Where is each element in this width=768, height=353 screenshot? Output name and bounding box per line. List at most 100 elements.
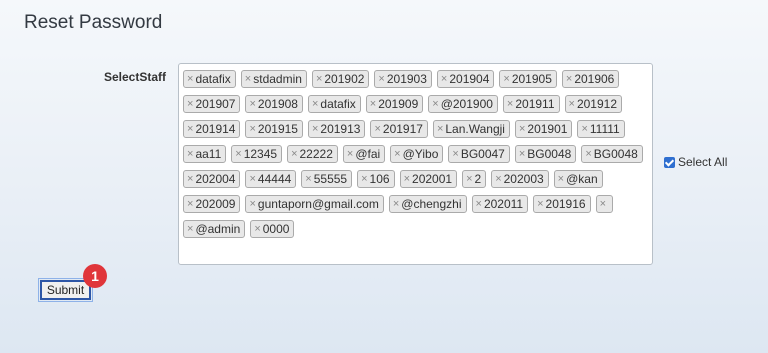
staff-tag-label: 12345 [243, 147, 278, 161]
staff-tag: × @fai [342, 145, 386, 163]
staff-tag: × [595, 195, 614, 213]
staff-tag-label: guntaporn@gmail.com [257, 197, 379, 211]
remove-tag-icon[interactable]: × [235, 146, 241, 162]
remove-tag-icon[interactable]: × [187, 121, 193, 137]
staff-tag: × stdadmin [240, 70, 307, 88]
remove-tag-icon[interactable]: × [245, 71, 251, 87]
reset-password-panel: Reset Password SelectStaff × datafix × stda… [0, 0, 768, 353]
remove-tag-icon[interactable]: × [249, 171, 255, 187]
staff-tag-label: 11111 [589, 122, 620, 136]
staff-tag: × 202003 [491, 170, 549, 188]
remove-tag-icon[interactable]: × [312, 121, 318, 137]
staff-tag-label: datafix [195, 72, 231, 86]
staff-tag-label: 202011 [483, 197, 524, 211]
staff-tag: × 44444 [245, 170, 297, 188]
selected-staff-tags: × datafix × stdadmin × 201902 × 201903 × 201904 × 2… [183, 68, 648, 243]
remove-tag-icon[interactable]: × [432, 96, 438, 112]
remove-tag-icon[interactable]: × [404, 171, 410, 187]
remove-tag-icon[interactable]: × [393, 196, 399, 212]
remove-tag-icon[interactable]: × [441, 71, 447, 87]
remove-tag-icon[interactable]: × [394, 146, 400, 162]
staff-tag-label: 0000 [262, 222, 290, 236]
staff-tag-label: Lan.Wangji [445, 122, 505, 136]
remove-tag-icon[interactable]: × [600, 196, 606, 212]
remove-tag-icon[interactable]: × [507, 96, 513, 112]
staff-tag: × 202009 [183, 195, 241, 213]
staff-tag: × 201904 [436, 70, 495, 88]
staff-tag-label: 201903 [386, 72, 427, 86]
remove-tag-icon[interactable]: × [566, 71, 572, 87]
remove-tag-icon[interactable]: × [537, 196, 543, 212]
select-all-option[interactable]: Select All [664, 155, 727, 169]
staff-tag: × 201912 [564, 95, 622, 113]
staff-tag-label: 201913 [320, 122, 361, 136]
staff-tag-label: 55555 [313, 172, 348, 186]
staff-tag-label: 202009 [195, 197, 236, 211]
remove-tag-icon[interactable]: × [249, 121, 255, 137]
staff-tag-label: aa11 [195, 147, 222, 161]
remove-tag-icon[interactable]: × [476, 196, 482, 212]
remove-tag-icon[interactable]: × [347, 146, 353, 162]
remove-tag-icon[interactable]: × [370, 96, 376, 112]
staff-tag-label: 201917 [382, 122, 423, 136]
staff-tag: × 201916 [533, 195, 591, 213]
staff-tag-label: @Yibo [402, 147, 439, 161]
staff-tag-label: 202001 [412, 172, 453, 186]
page-title: Reset Password [24, 12, 163, 33]
remove-tag-icon[interactable]: × [581, 121, 587, 137]
remove-tag-icon[interactable]: × [249, 96, 255, 112]
remove-tag-icon[interactable]: × [312, 96, 318, 112]
staff-tag-label: 2 [474, 172, 482, 186]
remove-tag-icon[interactable]: × [305, 171, 311, 187]
remove-tag-icon[interactable]: × [361, 171, 367, 187]
remove-tag-icon[interactable]: × [187, 96, 193, 112]
staff-tag: × 201905 [499, 70, 557, 88]
staff-tag: × datafix [183, 70, 236, 88]
staff-tag-label: @201900 [440, 97, 493, 111]
remove-tag-icon[interactable]: × [569, 96, 575, 112]
staff-tag-label: BG0048 [593, 147, 638, 161]
remove-tag-icon[interactable]: × [585, 146, 591, 162]
staff-tag-label: 201916 [545, 197, 586, 211]
staff-tag: × 0000 [250, 220, 295, 238]
staff-tag: × 106 [357, 170, 395, 188]
remove-tag-icon[interactable]: × [558, 171, 564, 187]
remove-tag-icon[interactable]: × [254, 221, 260, 237]
remove-tag-icon[interactable]: × [249, 196, 255, 212]
staff-tag-label: 201901 [527, 122, 568, 136]
remove-tag-icon[interactable]: × [187, 221, 193, 237]
remove-tag-icon[interactable]: × [378, 71, 384, 87]
staff-tag-label: stdadmin [253, 72, 302, 86]
staff-tag-label: @kan [566, 172, 598, 186]
remove-tag-icon[interactable]: × [374, 121, 380, 137]
remove-tag-icon[interactable]: × [452, 146, 458, 162]
staff-tag: × @admin [183, 220, 246, 238]
staff-tag-label: 201907 [195, 97, 236, 111]
remove-tag-icon[interactable]: × [519, 146, 525, 162]
staff-tag: × aa11 [183, 145, 227, 163]
staff-tag: × 201913 [307, 120, 366, 138]
staff-tag-label: 202004 [195, 172, 236, 186]
remove-tag-icon[interactable]: × [466, 171, 472, 187]
remove-tag-icon[interactable]: × [316, 71, 322, 87]
staff-tag-label: 106 [369, 172, 390, 186]
submit-button[interactable]: Submit [38, 278, 93, 302]
staff-tag: × 201906 [561, 70, 620, 88]
staff-tag: × BG0048 [514, 145, 577, 163]
remove-tag-icon[interactable]: × [187, 71, 193, 87]
staff-tag-label: 201912 [576, 97, 617, 111]
remove-tag-icon[interactable]: × [437, 121, 443, 137]
remove-tag-icon[interactable]: × [519, 121, 525, 137]
staff-tag: × 201914 [183, 120, 241, 138]
remove-tag-icon[interactable]: × [187, 196, 193, 212]
remove-tag-icon[interactable]: × [187, 146, 193, 162]
staff-multiselect[interactable]: × datafix × stdadmin × 201902 × 201903 × 201904 × 2… [178, 63, 653, 265]
remove-tag-icon[interactable]: × [503, 71, 509, 87]
staff-tag: × 22222 [287, 145, 338, 163]
remove-tag-icon[interactable]: × [187, 171, 193, 187]
staff-tag-label: 202003 [503, 172, 544, 186]
select-all-checkbox[interactable] [664, 156, 675, 168]
remove-tag-icon[interactable]: × [495, 171, 501, 187]
staff-tag: × 11111 [577, 120, 625, 138]
remove-tag-icon[interactable]: × [291, 146, 297, 162]
